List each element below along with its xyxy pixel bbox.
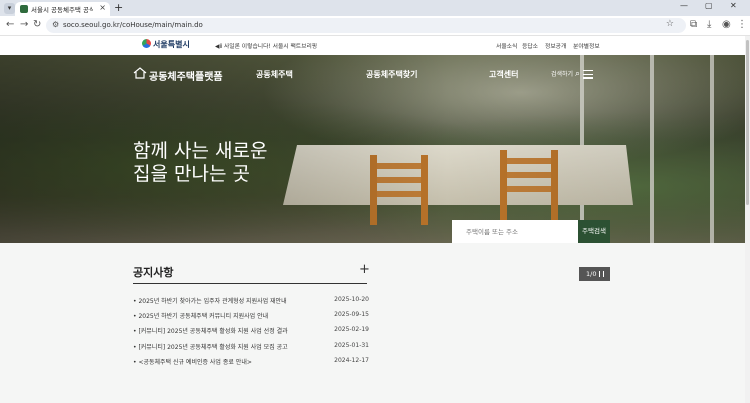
profile-icon[interactable]: ◉: [722, 19, 731, 30]
main-content: 공지사항 + • 2025년 하반기 찾아가는 입주자 관계형성 지원사업 재안…: [0, 243, 745, 403]
tab-title: 서울시 공동체주택 공식플랫폼: [31, 6, 93, 14]
reload-icon[interactable]: ↻: [33, 19, 41, 30]
slider-pager: 1/0: [579, 267, 610, 281]
page-scrollbar[interactable]: [745, 36, 750, 403]
download-icon[interactable]: ⤓: [707, 19, 711, 30]
main-nav: 공동체주택플랫폼 공동체주택 공동체주택찾기 고객센터 검색하기 ⌕: [0, 55, 745, 93]
list-item[interactable]: • <공동체주택 신규 예비인증 사업 종료 안내> 2024-12-17: [133, 357, 369, 372]
list-item[interactable]: • 2025년 하반기 공동체주택 커뮤니티 지원사업 안내 2025-09-15: [133, 311, 369, 326]
favicon-icon: [20, 5, 28, 13]
brand-title[interactable]: 공동체주택플랫폼: [149, 68, 223, 83]
util-link-info[interactable]: 분야별정보: [573, 41, 600, 50]
home-icon[interactable]: [133, 67, 147, 79]
nav-item-cohousing[interactable]: 공동체주택: [256, 69, 293, 80]
browser-tab[interactable]: 서울시 공동체주택 공식플랫폼 ×: [15, 2, 110, 16]
list-item[interactable]: • [커뮤니티] 2025년 공동체주택 활성화 지원 사업 모집 공고 2025…: [133, 342, 369, 357]
nav-item-support[interactable]: 고객센터: [489, 69, 518, 80]
plus-icon[interactable]: +: [359, 262, 370, 277]
back-icon[interactable]: ←: [6, 19, 14, 30]
url-text: soco.seoul.go.kr/coHouse/main/main.do: [63, 21, 203, 29]
util-link-news[interactable]: 서울소식: [496, 41, 517, 50]
forward-icon[interactable]: →: [20, 19, 28, 30]
tab-search-icon[interactable]: ▾: [4, 3, 15, 14]
close-window-icon[interactable]: ✕: [730, 1, 737, 10]
notice-title: 공지사항: [133, 266, 174, 279]
hero-banner: 공동체주택플랫폼 공동체주택 공동체주택찾기 고객센터 검색하기 ⌕ 함께 사는…: [0, 55, 745, 243]
search-icon: ⌕: [575, 69, 581, 79]
scroll-thumb[interactable]: [746, 40, 749, 205]
util-link-response[interactable]: 응답소: [522, 41, 538, 50]
nav-item-find[interactable]: 공동체주택찾기: [366, 69, 418, 80]
star-icon[interactable]: ☆: [666, 19, 674, 29]
list-item[interactable]: • [커뮤니티] 2025년 공동체주택 활성화 지원 사업 선정 결과 2025…: [133, 326, 369, 341]
extensions-icon[interactable]: ⧉: [690, 19, 697, 30]
site-header: 서울특별시 ◀ⅱ 사일론 이렇습니다! 서울시 팩트브리핑 서울소식 응답소 정…: [0, 36, 745, 55]
util-link-disclosure[interactable]: 정보공개: [545, 41, 566, 50]
site-info-icon[interactable]: ⚙: [52, 20, 59, 29]
house-search-input[interactable]: [452, 220, 578, 243]
seoul-logo[interactable]: 서울특별시: [142, 39, 190, 50]
browser-tab-bar: ▾ 서울시 공동체주택 공식플랫폼 × + — ▢ ✕: [0, 0, 750, 16]
nav-search-button[interactable]: 검색하기 ⌕: [551, 69, 580, 79]
divider: [133, 283, 367, 284]
new-tab-icon[interactable]: +: [114, 1, 123, 14]
menu-dots-icon[interactable]: ⋮: [737, 19, 747, 30]
maximize-icon[interactable]: ▢: [705, 1, 713, 10]
minimize-icon[interactable]: —: [680, 1, 688, 10]
address-bar[interactable]: ⚙ soco.seoul.go.kr/coHouse/main/main.do …: [46, 18, 686, 33]
pause-icon[interactable]: [599, 271, 604, 277]
list-item[interactable]: • 2025년 하반기 찾아가는 입주자 관계형성 지원사업 재안내 2025-1…: [133, 296, 369, 311]
fact-briefing-link[interactable]: ◀ⅱ 사일론 이렇습니다! 서울시 팩트브리핑: [215, 41, 317, 50]
seoul-logo-icon: [142, 39, 151, 48]
house-search-button[interactable]: 주택검색: [578, 220, 610, 243]
close-icon[interactable]: ×: [99, 3, 106, 12]
notice-list: • 2025년 하반기 찾아가는 입주자 관계형성 지원사업 재안내 2025-1…: [133, 296, 369, 372]
hamburger-icon[interactable]: [583, 70, 593, 81]
browser-toolbar: ← → ↻ ⚙ soco.seoul.go.kr/coHouse/main/ma…: [0, 16, 750, 36]
hero-title: 함께 사는 새로운 집을 만나는 곳: [133, 140, 268, 185]
